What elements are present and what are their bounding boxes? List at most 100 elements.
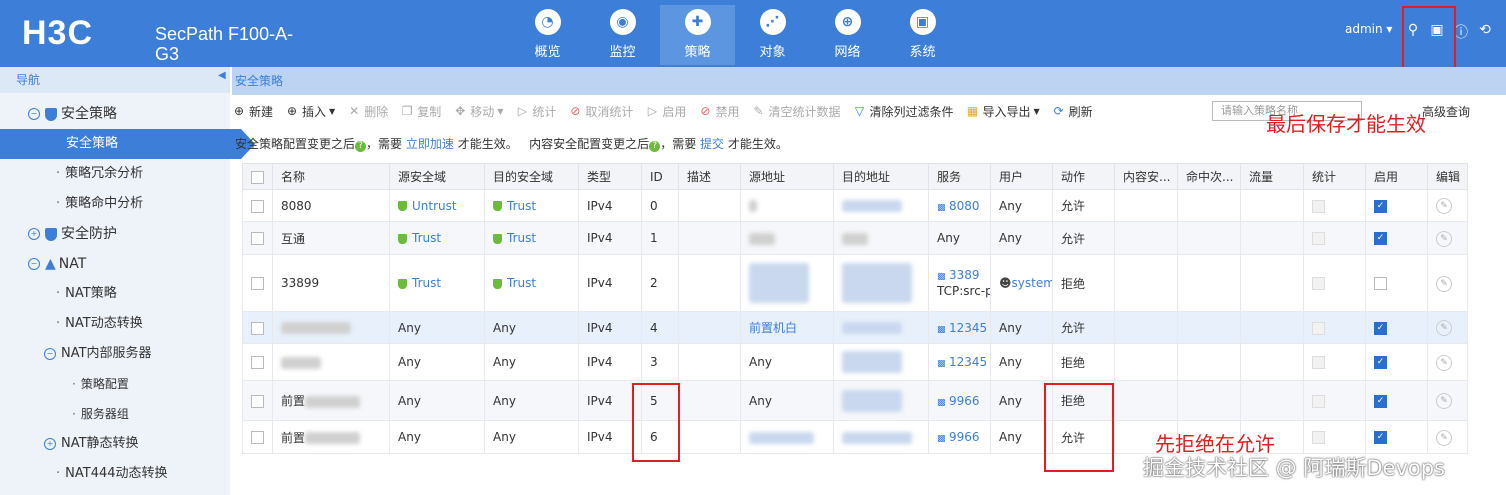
stats-checkbox[interactable]: [1312, 199, 1325, 213]
copy-button[interactable]: ❐ 复制: [400, 103, 441, 120]
service-label[interactable]: 9966: [949, 430, 980, 444]
sidebar-collapse-icon[interactable]: ◀: [218, 70, 230, 90]
expand-icon[interactable]: +: [44, 437, 56, 450]
sidebar-item-security-policy[interactable]: 安全策略: [0, 129, 255, 159]
column-header[interactable]: 编辑: [1427, 163, 1468, 190]
column-header[interactable]: 统计: [1303, 163, 1366, 190]
source-address-label[interactable]: 前置机白: [749, 321, 797, 335]
disable-button[interactable]: ⊘ 禁用: [698, 103, 739, 120]
sidebar-item-security-policy-group[interactable]: − 安全策略: [0, 99, 230, 129]
nav-monitor[interactable]: ◉ 监控: [585, 5, 660, 65]
service-label[interactable]: 12345: [949, 355, 987, 369]
enabled-checkbox[interactable]: ✓: [1374, 321, 1387, 335]
table-row[interactable]: Any Any IPv4 4 前置机白 ▩ 12345 Any 允许 ✓ ✎: [242, 311, 1468, 344]
user-label[interactable]: system: [1012, 276, 1052, 290]
stats-checkbox[interactable]: [1312, 394, 1325, 408]
move-button[interactable]: ✥ 移动 ▼: [453, 103, 503, 120]
table-row[interactable]: 前置 Any Any IPv4 6 ▩ 9966 Any 允许 ✓ ✎: [242, 420, 1468, 454]
expand-icon[interactable]: −: [44, 347, 56, 360]
row-checkbox[interactable]: [251, 431, 264, 444]
enable-button[interactable]: ▷ 启用: [645, 103, 687, 120]
column-header[interactable]: 源地址: [740, 163, 834, 190]
edit-icon[interactable]: ✎: [1436, 393, 1452, 409]
service-label[interactable]: 12345: [949, 321, 987, 335]
sidebar-item-nat[interactable]: − ▲ NAT: [0, 249, 230, 279]
sidebar-item-nat-server[interactable]: − NAT内部服务器: [0, 339, 230, 369]
select-all-header[interactable]: [242, 163, 273, 190]
column-header[interactable]: 描述: [678, 163, 741, 190]
column-header[interactable]: 流量: [1240, 163, 1304, 190]
enabled-checkbox[interactable]: ✓: [1374, 356, 1387, 369]
help-icon[interactable]: ?: [649, 141, 661, 152]
stats-checkbox[interactable]: [1312, 356, 1325, 369]
column-header[interactable]: ID: [641, 163, 679, 190]
column-header[interactable]: 动作: [1052, 163, 1115, 190]
table-row[interactable]: Any Any IPv4 3 Any ▩ 12345 Any 拒绝 ✓ ✎: [242, 343, 1468, 381]
sidebar-item-redundancy-analysis[interactable]: · 策略冗余分析: [0, 159, 230, 189]
advanced-search-button[interactable]: 高级查询: [1422, 103, 1470, 120]
expand-icon[interactable]: +: [28, 228, 40, 240]
column-header[interactable]: 启用: [1365, 163, 1428, 190]
table-row[interactable]: 33899 Trust Trust IPv4 2 ▩ 3389 TCP:src-p …: [242, 254, 1468, 312]
row-checkbox[interactable]: [251, 277, 264, 290]
table-row[interactable]: 前置 Any Any IPv4 5 Any ▩ 9966 Any 拒绝 ✓ ✎: [242, 380, 1468, 421]
column-header[interactable]: 名称: [272, 163, 390, 190]
service-label[interactable]: 3389: [949, 268, 980, 282]
submit-link[interactable]: 提交: [700, 137, 724, 151]
select-all-checkbox[interactable]: [251, 170, 264, 184]
sidebar-item-security-protection[interactable]: + 安全防护: [0, 219, 230, 249]
sidebar-item-policy-config[interactable]: · 策略配置: [0, 369, 230, 399]
table-row[interactable]: 8080 Untrust Trust IPv4 0 ▩ 8080 Any 允许 ✓…: [242, 189, 1468, 222]
edit-icon[interactable]: ✎: [1436, 275, 1452, 292]
enabled-checkbox[interactable]: ✓: [1374, 199, 1387, 213]
column-header[interactable]: 用户: [990, 163, 1053, 190]
cancel-stats-button[interactable]: ⊘ 取消统计: [568, 103, 633, 120]
expand-icon[interactable]: −: [28, 258, 40, 270]
sidebar-item-server-group[interactable]: · 服务器组: [0, 399, 230, 429]
row-checkbox[interactable]: [251, 321, 264, 335]
row-checkbox[interactable]: [251, 394, 264, 408]
sidebar-item-nat-dynamic[interactable]: · NAT动态转换: [0, 309, 230, 339]
clear-filter-button[interactable]: ▽ 清除列过滤条件: [852, 103, 954, 120]
expand-icon[interactable]: −: [28, 108, 40, 120]
nav-system[interactable]: ▣ 系统: [885, 5, 960, 65]
stats-checkbox[interactable]: [1312, 277, 1325, 290]
edit-icon[interactable]: ✎: [1436, 230, 1452, 247]
new-button[interactable]: ⊕ 新建: [232, 103, 273, 120]
column-header[interactable]: 内容安...: [1114, 163, 1178, 190]
logout-icon[interactable]: ⟲: [1477, 22, 1493, 42]
column-header[interactable]: 目的安全域: [484, 163, 579, 190]
stats-checkbox[interactable]: [1312, 232, 1325, 245]
user-menu[interactable]: admin ▾: [1345, 22, 1392, 36]
enabled-checkbox[interactable]: ✓: [1374, 431, 1387, 444]
sidebar-item-hit-analysis[interactable]: · 策略命中分析: [0, 189, 230, 219]
sidebar-item-nat-policy[interactable]: · NAT策略: [0, 279, 230, 309]
row-checkbox[interactable]: [251, 356, 264, 369]
delete-button[interactable]: ✕ 删除: [347, 103, 388, 120]
table-row[interactable]: 互通 Trust Trust IPv4 1 Any Any 允许 ✓ ✎: [242, 221, 1468, 255]
row-checkbox[interactable]: [251, 232, 264, 245]
accelerate-link[interactable]: 立即加速: [406, 137, 454, 151]
service-label[interactable]: 8080: [949, 199, 980, 213]
row-checkbox[interactable]: [251, 199, 264, 213]
refresh-button[interactable]: ⟳ 刷新: [1052, 103, 1093, 120]
stats-checkbox[interactable]: [1312, 321, 1325, 335]
stats-button[interactable]: ▷ 统计: [515, 103, 557, 120]
sidebar-item-nat444[interactable]: · NAT444动态转换: [0, 459, 230, 489]
enabled-checkbox[interactable]: ✓: [1374, 232, 1387, 245]
enabled-checkbox[interactable]: [1374, 277, 1387, 290]
nav-network[interactable]: ⊕ 网络: [810, 5, 885, 65]
import-export-button[interactable]: ▦ 导入导出 ▼: [965, 103, 1040, 120]
column-header[interactable]: 目的地址: [833, 163, 929, 190]
enabled-checkbox[interactable]: ✓: [1374, 394, 1387, 408]
sidebar-item-nat-static[interactable]: + NAT静态转换: [0, 429, 230, 459]
edit-icon[interactable]: ✎: [1436, 354, 1452, 371]
service-label[interactable]: 9966: [949, 394, 980, 408]
clear-stats-button[interactable]: ✎ 清空统计数据: [751, 103, 840, 120]
edit-icon[interactable]: ✎: [1436, 320, 1452, 336]
nav-objects[interactable]: ⋰ 对象: [735, 5, 810, 65]
nav-policy[interactable]: ✚ 策略: [660, 5, 735, 65]
edit-icon[interactable]: ✎: [1436, 198, 1452, 214]
column-header[interactable]: 服务: [928, 163, 991, 190]
column-header[interactable]: 类型: [578, 163, 642, 190]
